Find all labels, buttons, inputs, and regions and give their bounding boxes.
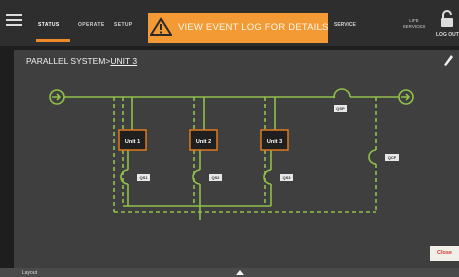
close-button[interactable]: Close bbox=[430, 246, 459, 261]
tab-status[interactable]: STATUS bbox=[38, 22, 60, 28]
tab-setup[interactable]: SETUP bbox=[114, 22, 133, 28]
qcf-label[interactable]: QCF bbox=[385, 154, 399, 161]
svg-text:QSP: QSP bbox=[336, 106, 345, 111]
unit-1-box[interactable]: Unit 1 bbox=[118, 129, 147, 151]
one-line-diagram: .ln { stroke: #8fc14a; stroke-width: 1.6… bbox=[49, 88, 414, 220]
unit-2-branch bbox=[192, 97, 205, 206]
svg-text:Unit 3: Unit 3 bbox=[267, 139, 282, 145]
qsp-label[interactable]: QSP bbox=[334, 105, 347, 112]
qcf-switch-icon[interactable] bbox=[368, 149, 377, 165]
unit-2-box[interactable]: Unit 2 bbox=[189, 129, 218, 151]
svg-text:Unit 2: Unit 2 bbox=[196, 139, 211, 145]
diagram-panel: PARALLEL SYSTEM>UNIT 3 .ln { stroke: #8f… bbox=[14, 50, 459, 271]
svg-text:QS3: QS3 bbox=[282, 175, 291, 180]
qs1-label[interactable]: QS1 bbox=[137, 174, 150, 181]
qs2-label[interactable]: QS2 bbox=[209, 174, 222, 181]
active-tab-indicator bbox=[36, 39, 70, 42]
svg-text:QS1: QS1 bbox=[139, 175, 148, 180]
warning-icon bbox=[150, 17, 172, 36]
lock-icon[interactable] bbox=[440, 10, 454, 28]
alert-banner[interactable]: VIEW EVENT LOG FOR DETAILS bbox=[148, 13, 328, 43]
life-services-link[interactable]: LIFE SERVICES bbox=[398, 18, 430, 30]
qsp-switch-icon[interactable] bbox=[329, 88, 355, 99]
layout-label: Layout bbox=[22, 270, 38, 276]
top-bar: STATUS OPERATE SETUP VIEW EVENT LOG FOR … bbox=[0, 0, 459, 46]
output-load-icon bbox=[398, 89, 414, 105]
svg-text:QS2: QS2 bbox=[211, 175, 220, 180]
svg-text:Unit 1: Unit 1 bbox=[125, 139, 140, 145]
qs3-label[interactable]: QS3 bbox=[280, 174, 293, 181]
menu-icon[interactable] bbox=[6, 14, 22, 27]
bottom-bar: Layout bbox=[0, 268, 459, 277]
svg-text:QCF: QCF bbox=[388, 155, 397, 160]
expand-up-icon[interactable] bbox=[236, 270, 244, 275]
unit-3-box[interactable]: Unit 3 bbox=[260, 129, 289, 151]
logout-link[interactable]: LOG OUT bbox=[436, 32, 459, 38]
alert-text: VIEW EVENT LOG FOR DETAILS bbox=[178, 22, 329, 33]
unit-1-branch bbox=[120, 97, 133, 206]
unit-3-branch bbox=[263, 97, 276, 206]
life-services-line2: SERVICES bbox=[402, 24, 426, 29]
service-link[interactable]: SERVICE bbox=[334, 22, 356, 28]
input-source-icon bbox=[49, 89, 65, 105]
tab-operate[interactable]: OPERATE bbox=[78, 22, 105, 28]
